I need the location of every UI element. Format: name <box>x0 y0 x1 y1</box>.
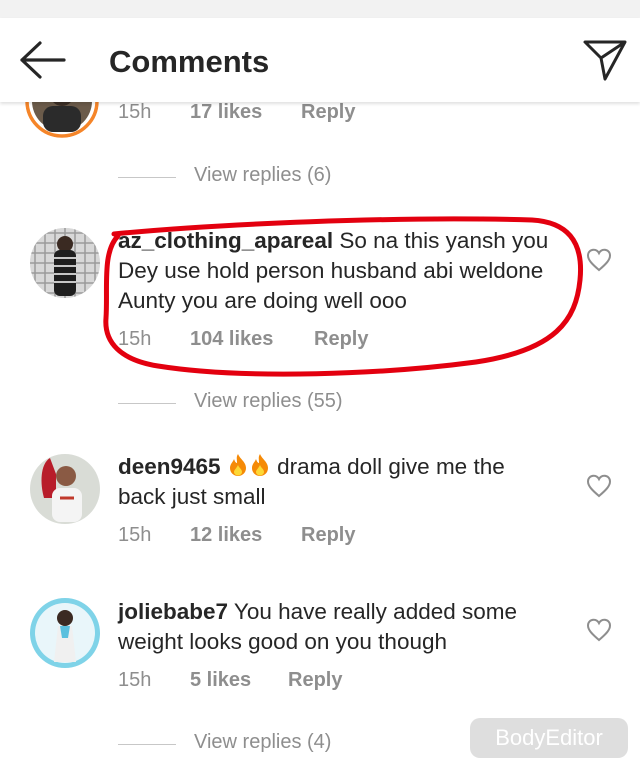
heart-outline-icon[interactable] <box>586 618 612 642</box>
status-bar <box>0 0 640 18</box>
view-replies-button[interactable]: View replies (55) <box>118 390 418 416</box>
heart-outline-icon[interactable] <box>586 474 612 498</box>
likes-count[interactable]: 17 likes <box>190 101 262 124</box>
likes-count[interactable]: 5 likes <box>190 669 251 692</box>
comment-time: 15h <box>118 328 152 350</box>
page-title: Comments <box>109 44 270 79</box>
likes-count[interactable]: 104 likes <box>190 328 273 351</box>
header-bar: Comments <box>0 18 640 102</box>
view-replies-label: View replies (55) <box>194 390 343 412</box>
comment-time: 15h <box>118 101 152 123</box>
fire-emoji-icon <box>227 453 249 478</box>
likes-count[interactable]: 12 likes <box>190 524 262 547</box>
view-replies-button[interactable]: View replies (4) <box>118 731 418 757</box>
view-replies-label: View replies (6) <box>194 164 332 186</box>
reply-button[interactable]: Reply <box>301 101 355 124</box>
reply-button[interactable]: Reply <box>314 328 368 351</box>
heart-outline-icon[interactable] <box>586 248 612 272</box>
reply-button[interactable]: Reply <box>288 669 342 692</box>
view-replies-label: View replies (4) <box>194 731 332 753</box>
watermark-badge: BodyEditor <box>470 718 628 758</box>
comment-time: 15h <box>118 524 152 546</box>
avatar[interactable] <box>30 228 100 298</box>
avatar[interactable] <box>30 454 100 524</box>
reply-button[interactable]: Reply <box>301 524 355 547</box>
comment-text: joliebabe7 You have really added some we… <box>118 597 558 657</box>
divider-line <box>118 403 176 404</box>
avatar[interactable] <box>30 598 100 668</box>
comment-username[interactable]: deen9465 <box>118 454 221 479</box>
comment-text: deen9465 drama doll give me the back jus… <box>118 452 558 512</box>
send-icon[interactable] <box>582 38 628 82</box>
comment-username[interactable]: az_clothing_apareal <box>118 228 333 253</box>
view-replies-button[interactable]: View replies (6) <box>118 164 418 190</box>
comment-text: az_clothing_apareal So na this yansh you… <box>118 226 558 316</box>
back-arrow-icon[interactable] <box>18 40 66 80</box>
fire-emoji-icon <box>249 453 271 478</box>
comment-time: 15h <box>118 669 152 691</box>
divider-line <box>118 744 176 745</box>
divider-line <box>118 177 176 178</box>
comment-username[interactable]: joliebabe7 <box>118 599 228 624</box>
